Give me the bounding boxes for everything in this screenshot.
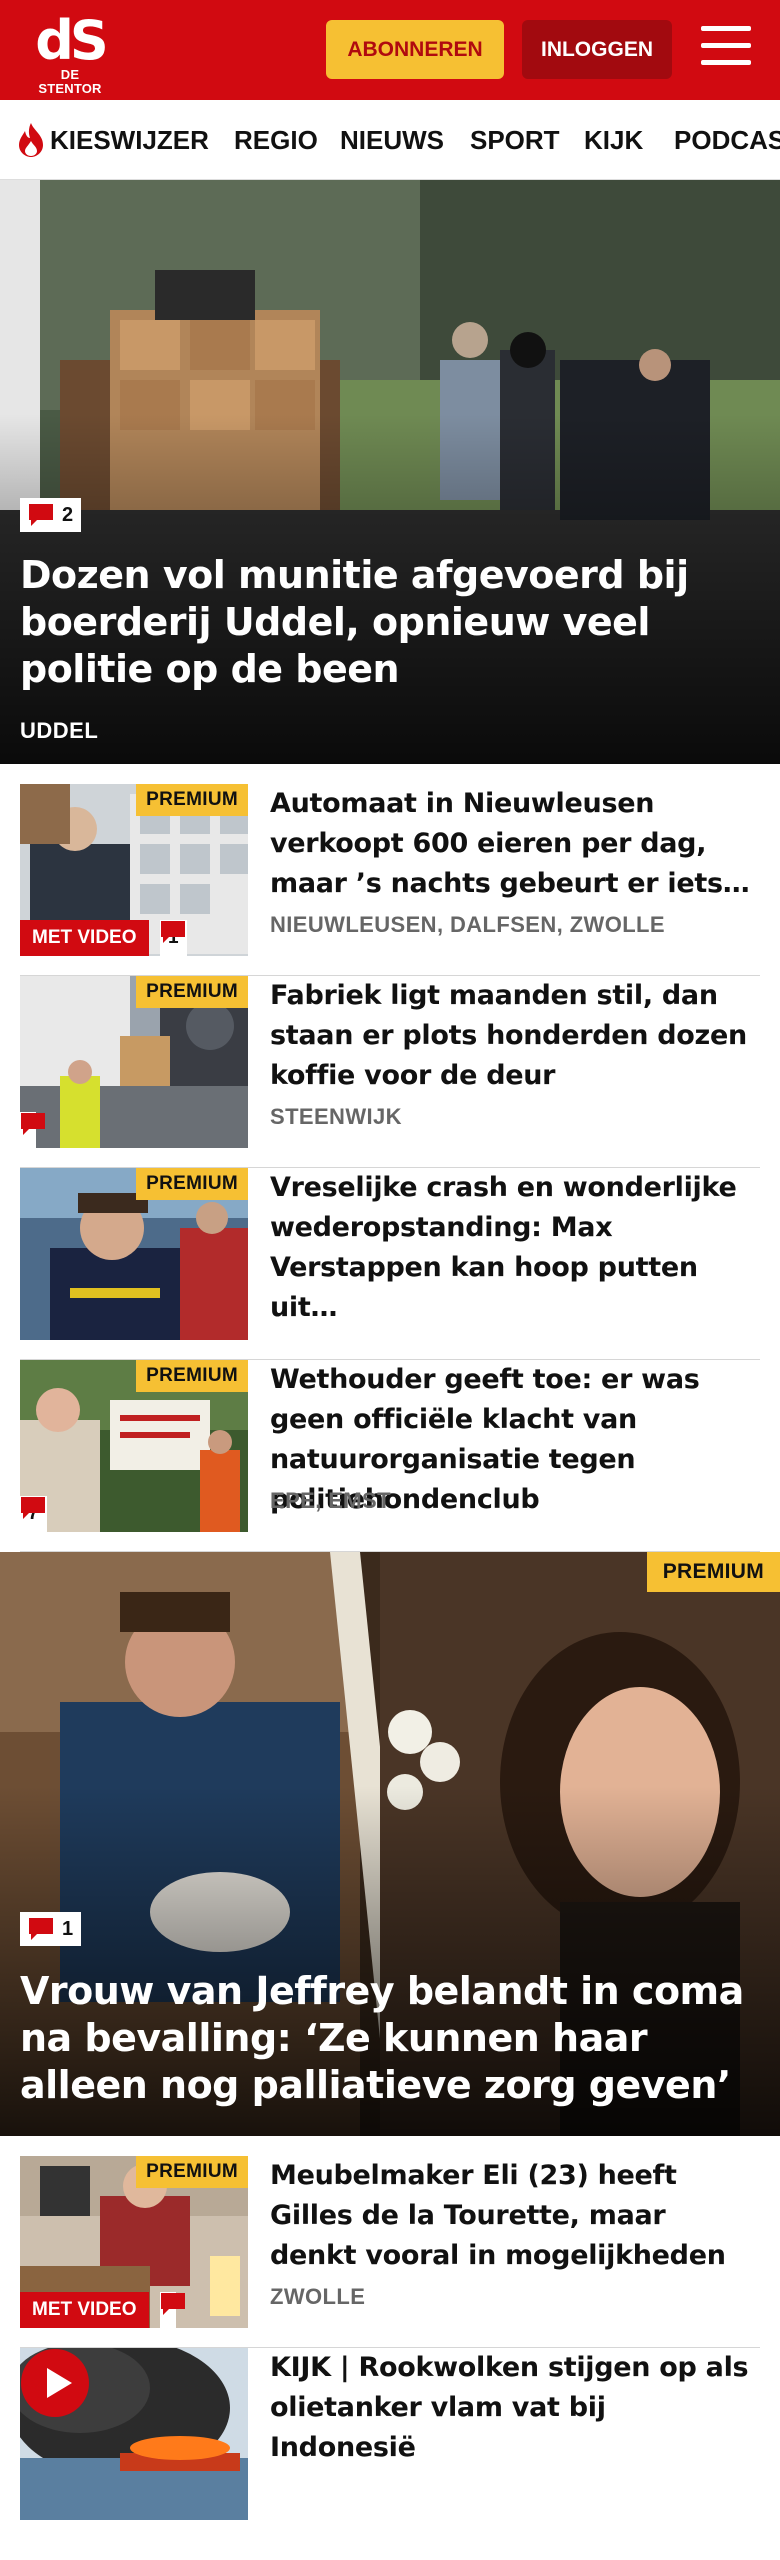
hero-location-tag: UDDEL (20, 718, 99, 743)
article-headline[interactable]: KIJK | Rookwolken stijgen op als olietan… (270, 2348, 760, 2468)
flame-icon (19, 123, 43, 157)
article-row[interactable]: KIJK | Rookwolken stijgen op als olietan… (20, 2348, 760, 2540)
article-row[interactable]: PREMIUM MET VIDEO 1 Automaat in Nieuwleu… (20, 784, 760, 976)
premium-badge: PREMIUM (136, 976, 248, 1008)
hero-headline[interactable]: Vrouw van Jeffrey belandt in coma na bev… (20, 1968, 760, 2109)
logo-text: DE STENTOR (38, 67, 102, 96)
comment-icon (21, 1497, 45, 1519)
hero-article[interactable]: 2 Dozen vol munitie afgevoerd bij boerde… (0, 180, 780, 764)
comment-count-badge (160, 2292, 185, 2328)
article-location-tag: NIEUWLEUSEN, DALFSEN, ZWOLLE (270, 912, 665, 937)
comment-icon (21, 1113, 45, 1135)
premium-badge: PREMIUM (136, 2156, 248, 2188)
premium-badge: PREMIUM (136, 1360, 248, 1392)
premium-badge: PREMIUM (646, 1552, 780, 1592)
article-thumbnail: PREMIUM (20, 1168, 248, 1340)
nav-item-sport[interactable]: SPORT (470, 100, 560, 179)
article-row[interactable]: PREMIUM Vreselijke crash en wonderlijke … (20, 1168, 760, 1360)
logo-mark: dS (35, 9, 109, 72)
article-row[interactable]: PREMIUM 7 Wethouder geeft toe: er was ge… (20, 1360, 760, 1552)
site-logo[interactable]: dS DE STENTOR (28, 9, 112, 96)
section-nav: KIESWIJZER REGIO NIEUWS SPORT KIJK PODCA… (0, 100, 780, 180)
nav-item-kijk[interactable]: KIJK (584, 100, 643, 179)
premium-badge: PREMIUM (136, 784, 248, 816)
article-location-tag: ZWOLLE (270, 2284, 366, 2309)
subscribe-button[interactable]: ABONNEREN (326, 20, 504, 79)
comment-icon (161, 921, 185, 943)
article-thumbnail (20, 2348, 248, 2520)
comment-icon (29, 504, 53, 526)
article-location-tag: STEENWIJK (270, 1104, 402, 1129)
article-location-tag: EPE, EMST (270, 1488, 391, 1513)
nav-item-nieuws[interactable]: NIEUWS (340, 100, 444, 179)
article-headline[interactable]: Vreselijke crash en wonderlijke wederops… (270, 1168, 760, 1328)
comment-count-badge (20, 1112, 45, 1148)
article-thumbnail: PREMIUM (20, 976, 248, 1148)
article-thumbnail: PREMIUM 7 (20, 1360, 248, 1532)
article-thumbnail: PREMIUM MET VIDEO 1 (20, 784, 248, 956)
comment-icon (29, 1918, 53, 1940)
article-thumbnail: PREMIUM MET VIDEO (20, 2156, 248, 2328)
site-header: dS DE STENTOR ABONNEREN INLOGGEN (0, 0, 780, 100)
nav-item-kieswijzer[interactable]: KIESWIJZER (50, 100, 209, 179)
comment-count: 1 (62, 1917, 74, 1940)
premium-badge: PREMIUM (136, 1168, 248, 1200)
article-headline[interactable]: Automaat in Nieuwleusen verkoopt 600 eie… (270, 784, 760, 904)
play-icon[interactable] (20, 2348, 90, 2418)
article-headline[interactable]: Fabriek ligt maanden stil, dan staan er … (270, 976, 760, 1096)
comment-count: 2 (62, 503, 74, 526)
article-row[interactable]: PREMIUM Fabriek ligt maanden stil, dan s… (20, 976, 760, 1168)
comment-count-badge: 1 (160, 920, 187, 956)
comment-count-badge: 1 (20, 1912, 82, 1946)
comment-count-badge: 7 (20, 1496, 47, 1532)
login-button[interactable]: INLOGGEN (522, 20, 672, 79)
hamburger-menu-icon[interactable] (701, 26, 751, 70)
hero-headline[interactable]: Dozen vol munitie afgevoerd bij boerderi… (20, 552, 760, 693)
video-badge: MET VIDEO (20, 920, 149, 956)
comment-count-badge: 2 (20, 498, 82, 532)
hero-article[interactable]: PREMIUM 1 Vrouw van Jeffrey belandt in c… (0, 1552, 780, 2136)
video-badge: MET VIDEO (20, 2292, 149, 2328)
article-headline[interactable]: Meubelmaker Eli (23) heeft Gilles de la … (270, 2156, 760, 2276)
nav-item-podcasts[interactable]: PODCASTS (674, 100, 780, 179)
article-row[interactable]: PREMIUM MET VIDEO Meubelmaker Eli (23) h… (20, 2156, 760, 2348)
comment-icon (161, 2293, 185, 2315)
nav-item-regio[interactable]: REGIO (234, 100, 318, 179)
